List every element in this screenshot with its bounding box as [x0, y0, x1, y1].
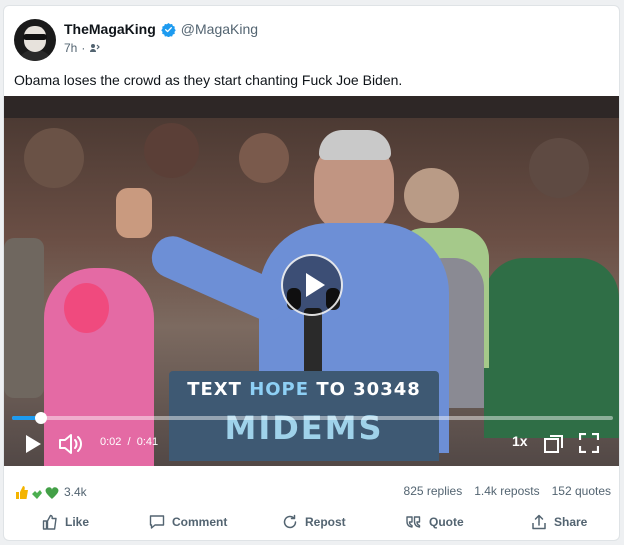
action-bar: Like Comment Repost Quote Share — [4, 510, 619, 536]
reaction-count: 3.4k — [64, 485, 87, 499]
post-card: TheMagaKing @MagaKing 7h · Obama loses t… — [3, 5, 620, 541]
video-progress-bar[interactable] — [12, 412, 613, 424]
quote-button[interactable]: Quote — [405, 514, 464, 530]
current-time: 0:02 — [100, 436, 122, 448]
pip-icon[interactable] — [544, 434, 564, 454]
share-icon — [532, 514, 546, 530]
repost-icon — [283, 514, 297, 529]
meta-separator: · — [81, 41, 86, 55]
fullscreen-icon[interactable] — [579, 433, 599, 453]
replies-count[interactable]: 825 replies — [404, 484, 463, 498]
post-meta: 7h · — [64, 41, 258, 55]
share-button[interactable]: Share — [531, 514, 587, 530]
author-display-name[interactable]: TheMagaKing — [64, 21, 156, 37]
engagement-stats: 3.4k 825 replies 1.4k reposts 152 quotes — [14, 484, 611, 502]
play-button[interactable] — [281, 254, 343, 316]
post-header: TheMagaKing @MagaKing 7h · — [14, 19, 258, 61]
audience-icon — [90, 44, 101, 52]
avatar[interactable] — [14, 19, 56, 61]
video-controls: 0:02 / 0:41 1x — [4, 426, 619, 462]
post-text: Obama loses the crowd as they start chan… — [14, 72, 403, 88]
video-time: 0:02 / 0:41 — [100, 436, 159, 448]
reaction-emoji-icons — [16, 486, 59, 499]
like-icon — [42, 514, 57, 530]
volume-icon[interactable] — [58, 433, 84, 455]
quotes-count[interactable]: 152 quotes — [552, 484, 611, 498]
play-control-icon[interactable] — [24, 434, 42, 454]
repost-button[interactable]: Repost — [282, 514, 346, 530]
verified-badge-icon — [161, 22, 176, 37]
play-icon — [306, 273, 325, 297]
duration: 0:41 — [136, 436, 159, 448]
video-player[interactable]: TEXT HOPE TO 30348 MIDEMS 0:02 / 0:41 1x — [4, 96, 619, 466]
comment-button[interactable]: Comment — [149, 514, 227, 530]
post-time[interactable]: 7h — [64, 41, 77, 55]
video-top-bar — [4, 96, 619, 118]
author-handle[interactable]: @MagaKing — [181, 21, 258, 37]
interaction-counts: 825 replies 1.4k reposts 152 quotes — [404, 484, 611, 498]
comment-icon — [149, 515, 165, 529]
like-button[interactable]: Like — [42, 514, 89, 530]
reposts-count[interactable]: 1.4k reposts — [474, 484, 539, 498]
author-block: TheMagaKing @MagaKing 7h · — [64, 21, 258, 55]
quote-icon — [406, 516, 421, 528]
podium-sign-text: TEXT HOPE TO 30348 — [187, 379, 421, 400]
reaction-summary[interactable]: 3.4k — [14, 484, 87, 500]
playback-speed-button[interactable]: 1x — [512, 433, 528, 449]
